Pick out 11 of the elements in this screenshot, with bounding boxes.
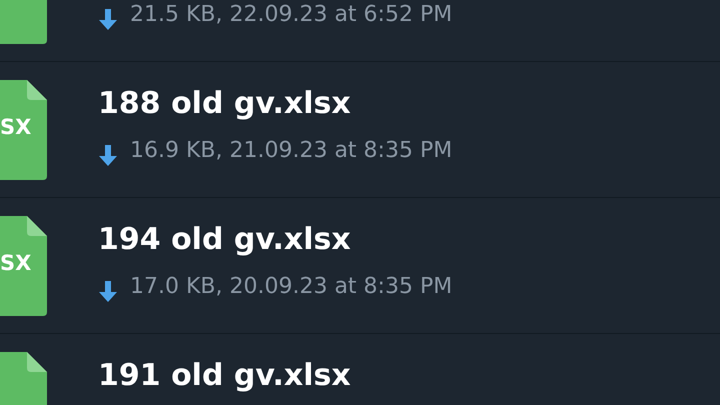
- file-details: 21.5 KB, 22.09.23 at 6:52 PM: [130, 1, 452, 29]
- file-name: 194 old gv.xlsx: [98, 221, 352, 259]
- file-name: 191 old gv.xlsx: [98, 357, 351, 395]
- file-details: 16.9 KB, 21.09.23 at 8:35 PM: [130, 137, 452, 165]
- file-details: 17.0 KB, 20.09.23 at 8:35 PM: [130, 273, 452, 301]
- download-icon[interactable]: [98, 9, 118, 31]
- download-icon[interactable]: [98, 281, 118, 303]
- file-type-label: SX: [0, 250, 32, 276]
- file-name: 188 old gv.xlsx: [98, 85, 352, 123]
- download-icon[interactable]: [98, 145, 118, 167]
- file-type-label: SX: [0, 114, 32, 140]
